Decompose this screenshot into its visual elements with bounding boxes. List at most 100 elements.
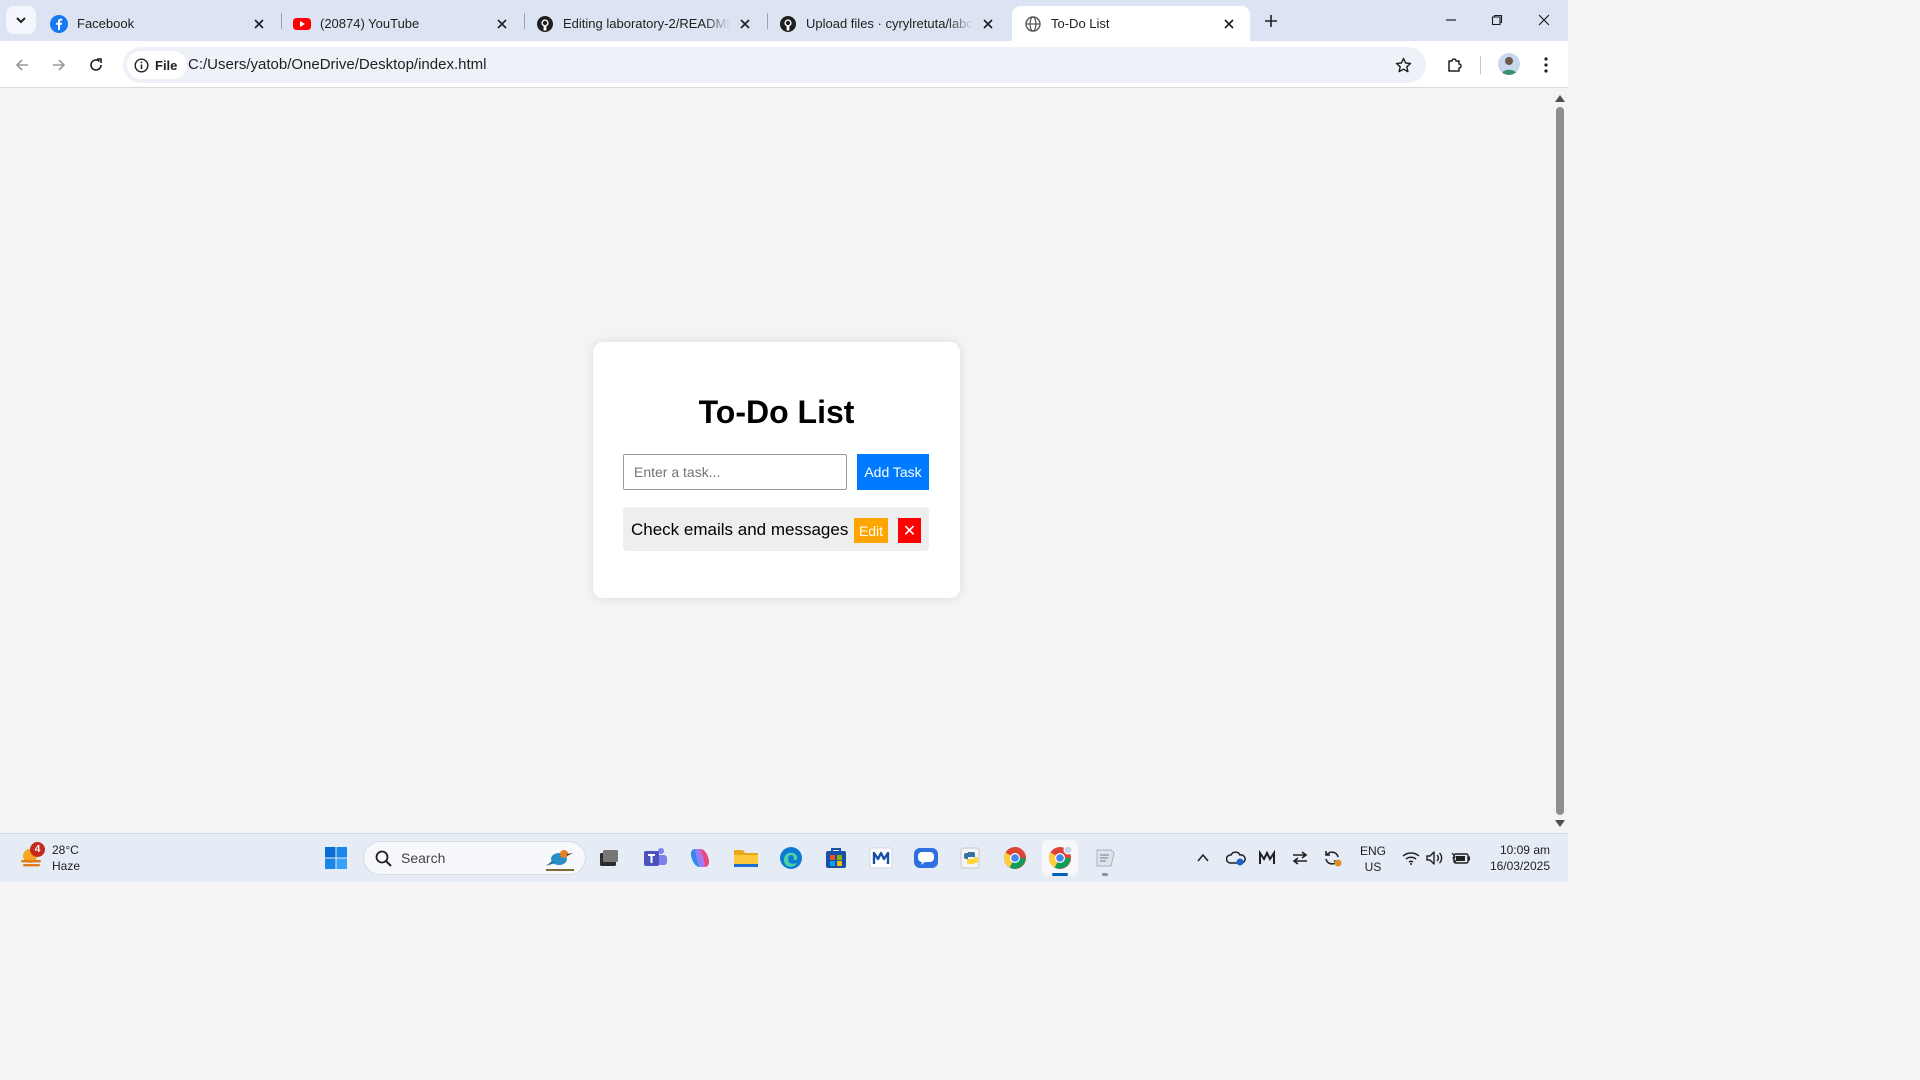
teams-app-button[interactable] — [637, 840, 673, 876]
extensions-icon[interactable] — [1443, 53, 1467, 77]
m-logo-icon — [869, 847, 893, 869]
close-window-button[interactable] — [1521, 0, 1567, 40]
search-label: Search — [401, 850, 446, 866]
tab-search-button[interactable] — [6, 6, 36, 34]
tab-title: Facebook — [77, 16, 135, 31]
close-icon[interactable] — [736, 15, 754, 33]
clock-time: 10:09 am — [1499, 843, 1550, 857]
chip-label: File — [155, 57, 178, 73]
edge-app-button[interactable] — [773, 840, 809, 876]
python-icon — [960, 847, 980, 869]
edit-task-button[interactable]: Edit — [854, 518, 888, 543]
task-input[interactable] — [623, 454, 847, 490]
profile-avatar[interactable] — [1498, 53, 1520, 75]
todo-card: To-Do List Add Task Check emails and mes… — [593, 342, 960, 598]
tab-title: Upload files · cyrylretuta/laboratory-2 — [806, 16, 973, 31]
scroll-up-arrow-icon[interactable] — [1555, 93, 1565, 103]
restore-icon — [1491, 14, 1503, 26]
tab-title: To-Do List — [1051, 16, 1110, 31]
minimize-icon — [1446, 19, 1456, 21]
menu-button[interactable] — [1534, 53, 1558, 77]
volume-icon[interactable] — [1425, 848, 1445, 868]
minimize-button[interactable] — [1428, 0, 1474, 40]
close-icon[interactable] — [1220, 15, 1238, 33]
folder-icon — [734, 850, 758, 867]
start-button[interactable] — [318, 840, 354, 876]
weather-temperature: 28°C — [52, 843, 79, 857]
bookmark-star-icon[interactable] — [1392, 54, 1414, 76]
forward-button[interactable] — [44, 50, 74, 80]
chat-app-button[interactable] — [908, 840, 944, 876]
tab-youtube[interactable]: (20874) YouTube — [281, 6, 523, 41]
store-app-button[interactable] — [818, 840, 854, 876]
github-icon — [779, 15, 797, 33]
browser-toolbar: File C:/Users/yatob/OneDrive/Desktop/ind… — [0, 41, 1568, 88]
delete-task-button[interactable]: ✕ — [898, 518, 921, 543]
add-task-button[interactable]: Add Task — [857, 454, 929, 490]
tab-strip: Facebook (20874) YouTube Editing laborat… — [0, 0, 1568, 41]
chrome-app-button[interactable] — [997, 840, 1033, 876]
tab-github-upload[interactable]: Upload files · cyrylretuta/laboratory-2 — [767, 6, 1009, 41]
weather-widget[interactable]: 4 28°C Haze — [18, 841, 80, 875]
weather-haze-icon: 4 — [18, 842, 45, 871]
chevron-down-icon — [16, 17, 26, 24]
chrome-profile-app-button[interactable] — [1042, 840, 1078, 876]
close-icon[interactable] — [979, 15, 997, 33]
file-explorer-button[interactable] — [728, 840, 764, 876]
new-tab-button[interactable] — [1258, 8, 1284, 34]
url-text[interactable]: C:/Users/yatob/OneDrive/Desktop/index.ht… — [188, 56, 486, 73]
task-item: Check emails and messages Edit ✕ — [623, 507, 929, 551]
bird-highlight-icon — [542, 844, 578, 874]
close-icon[interactable] — [250, 15, 268, 33]
copilot-icon — [691, 849, 709, 867]
wifi-icon[interactable] — [1401, 848, 1421, 868]
task-view-button[interactable] — [591, 840, 627, 876]
arrow-right-icon — [53, 59, 66, 71]
system-clock[interactable]: 10:09 am 16/03/2025 — [1480, 842, 1550, 874]
input-language-indicator[interactable]: ENG US — [1356, 843, 1390, 875]
facebook-icon — [50, 14, 68, 33]
close-icon[interactable] — [493, 15, 511, 33]
page-title: To-Do List — [698, 394, 855, 430]
show-hidden-icons-button[interactable] — [1193, 848, 1213, 868]
chrome-icon — [1049, 846, 1072, 869]
task-text: Check emails and messages — [631, 520, 849, 539]
chat-bubble-icon — [914, 848, 938, 868]
clock-date: 16/03/2025 — [1489, 859, 1550, 873]
reload-icon — [90, 58, 102, 71]
onedrive-tray-icon[interactable] — [1226, 848, 1246, 868]
store-icon — [826, 848, 846, 868]
scrollbar-thumb[interactable] — [1556, 107, 1564, 815]
scroll-down-arrow-icon[interactable] — [1555, 819, 1565, 829]
tab-github-readme[interactable]: Editing laboratory-2/README.md — [524, 6, 766, 41]
update-tray-icon[interactable] — [1323, 848, 1343, 868]
battery-icon[interactable] — [1451, 848, 1471, 868]
chrome-icon — [1004, 847, 1026, 869]
edge-icon — [780, 847, 802, 869]
search-icon — [374, 849, 392, 867]
tab-facebook[interactable]: Facebook — [38, 6, 280, 41]
active-app-indicator — [1052, 873, 1068, 876]
weather-badge: 4 — [30, 842, 45, 857]
restore-button[interactable] — [1474, 0, 1520, 40]
task-view-icon — [600, 850, 618, 866]
reload-button[interactable] — [81, 50, 111, 80]
globe-icon — [1024, 15, 1042, 33]
youtube-icon — [293, 15, 311, 33]
python-app-button[interactable] — [953, 840, 989, 876]
back-button[interactable] — [7, 50, 37, 80]
taskbar-search[interactable]: Search — [363, 841, 586, 875]
github-icon — [536, 15, 554, 33]
address-bar[interactable]: File C:/Users/yatob/OneDrive/Desktop/ind… — [123, 47, 1426, 83]
toolbar-divider — [1480, 56, 1481, 74]
weather-condition: Haze — [52, 859, 81, 873]
vertical-scrollbar[interactable] — [1552, 89, 1568, 833]
notepad-app-button[interactable] — [1087, 840, 1123, 876]
sync-arrows-tray-icon[interactable] — [1290, 848, 1310, 868]
site-info-chip[interactable]: File — [127, 51, 188, 79]
mail-app-button[interactable] — [863, 840, 899, 876]
m-tray-icon[interactable] — [1257, 848, 1277, 868]
copilot-app-button[interactable] — [682, 840, 718, 876]
tab-todo-list[interactable]: To-Do List — [1012, 6, 1250, 41]
windows-taskbar: 4 28°C Haze Search ENG US 10:09 am 16/03… — [0, 833, 1568, 882]
